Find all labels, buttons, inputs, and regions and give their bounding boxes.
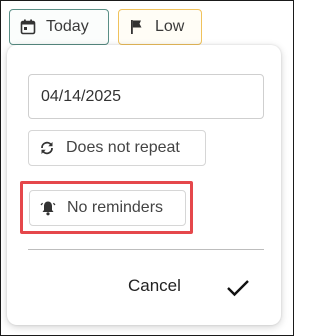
due-date-chip-label: Today <box>46 18 89 35</box>
flag-icon <box>129 19 145 35</box>
repeat-button-label: Does not repeat <box>66 139 180 156</box>
reminders-button-label: No reminders <box>67 199 164 216</box>
checkmark-icon <box>227 280 249 297</box>
divider <box>28 249 264 250</box>
repeat-icon <box>39 140 55 156</box>
calendar-icon <box>20 19 36 35</box>
bell-icon <box>40 200 56 216</box>
due-date-chip[interactable]: Today <box>9 9 109 45</box>
confirm-button[interactable] <box>221 273 255 303</box>
priority-chip[interactable]: Low <box>118 9 202 45</box>
priority-chip-label: Low <box>155 18 185 35</box>
repeat-button[interactable]: Does not repeat <box>28 130 206 166</box>
reminders-button[interactable]: No reminders <box>29 190 186 226</box>
cancel-button[interactable]: Cancel <box>120 271 189 301</box>
date-picker-popover: Does not repeat No reminders Cancel <box>7 45 281 325</box>
date-input[interactable] <box>28 74 264 119</box>
